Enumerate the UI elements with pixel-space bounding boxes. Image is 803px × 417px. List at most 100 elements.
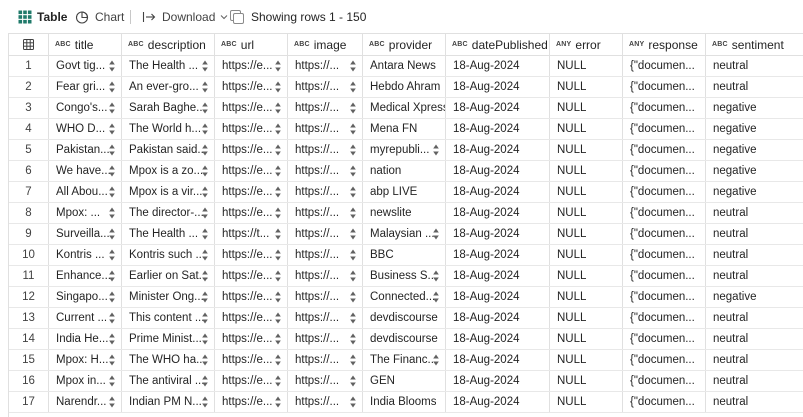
cell-url[interactable]: https://e... xyxy=(215,77,288,97)
cell-error[interactable]: NULL xyxy=(550,77,623,97)
cell-response[interactable]: {"documen... xyxy=(623,77,706,97)
cell-sentiment[interactable]: negative xyxy=(706,98,803,118)
expand-arrows-icon[interactable] xyxy=(275,375,281,387)
cell-provider[interactable]: Malaysian ... xyxy=(363,224,446,244)
expand-arrows-icon[interactable] xyxy=(202,312,208,324)
expand-arrows-icon[interactable] xyxy=(202,123,208,135)
cell-url[interactable]: https://e... xyxy=(215,161,288,181)
cell-image[interactable]: https://... xyxy=(288,245,363,265)
cell-error[interactable]: NULL xyxy=(550,161,623,181)
cell-url[interactable]: https://e... xyxy=(215,266,288,286)
expand-arrows-icon[interactable] xyxy=(350,207,356,219)
cell-sentiment[interactable]: negative xyxy=(706,119,803,139)
chart-view-button[interactable]: Chart xyxy=(75,0,124,33)
expand-arrows-icon[interactable] xyxy=(202,60,208,72)
cell-title[interactable]: Pakistan... xyxy=(49,140,122,160)
expand-arrows-icon[interactable] xyxy=(275,123,281,135)
cell-sentiment[interactable]: neutral xyxy=(706,245,803,265)
cell-provider[interactable]: abp LIVE xyxy=(363,182,446,202)
expand-arrows-icon[interactable] xyxy=(350,81,356,93)
cell-description[interactable]: The World h... xyxy=(122,119,215,139)
cell-response[interactable]: {"documen... xyxy=(623,119,706,139)
expand-arrows-icon[interactable] xyxy=(202,186,208,198)
cell-error[interactable]: NULL xyxy=(550,287,623,307)
expand-arrows-icon[interactable] xyxy=(350,228,356,240)
expand-arrows-icon[interactable] xyxy=(350,270,356,282)
cell-title[interactable]: Enhance... xyxy=(49,266,122,286)
expand-arrows-icon[interactable] xyxy=(202,291,208,303)
cell-title[interactable]: We have... xyxy=(49,161,122,181)
expand-arrows-icon[interactable] xyxy=(202,333,208,345)
cell-sentiment[interactable]: neutral xyxy=(706,203,803,223)
download-button[interactable]: Download xyxy=(142,0,228,33)
cell-url[interactable]: https://e... xyxy=(215,245,288,265)
expand-arrows-icon[interactable] xyxy=(275,207,281,219)
cell-provider[interactable]: devdiscourse xyxy=(363,329,446,349)
cell-provider[interactable]: newslite xyxy=(363,203,446,223)
cell-date[interactable]: 18-Aug-2024 xyxy=(446,98,550,118)
table-row[interactable]: 5 Pakistan... Pakistan said... https://e...… xyxy=(9,140,803,161)
column-header-provider[interactable]: ABC provider xyxy=(363,34,446,55)
expand-arrows-icon[interactable] xyxy=(433,228,439,240)
table-row[interactable]: 11 Enhance... Earlier on Sat... https://e..… xyxy=(9,266,803,287)
cell-image[interactable]: https://... xyxy=(288,119,363,139)
cell-response[interactable]: {"documen... xyxy=(623,266,706,286)
expand-arrows-icon[interactable] xyxy=(202,228,208,240)
cell-provider[interactable]: Business S... xyxy=(363,266,446,286)
cell-description[interactable]: Sarah Baghe... xyxy=(122,98,215,118)
cell-sentiment[interactable]: neutral xyxy=(706,371,803,391)
table-view-button[interactable]: Table xyxy=(18,0,67,33)
table-row[interactable]: 15 Mpox: H... The WHO ha... https://e... htt… xyxy=(9,350,803,371)
cell-image[interactable]: https://... xyxy=(288,266,363,286)
cell-sentiment[interactable]: neutral xyxy=(706,350,803,370)
cell-image[interactable]: https://... xyxy=(288,350,363,370)
cell-description[interactable]: Kontris such ... xyxy=(122,245,215,265)
expand-arrows-icon[interactable] xyxy=(275,186,281,198)
cell-image[interactable]: https://... xyxy=(288,140,363,160)
table-row[interactable]: 2 Fear gri... An ever-gro... https://e... ht… xyxy=(9,77,803,98)
cell-provider[interactable]: The Financ... xyxy=(363,350,446,370)
cell-error[interactable]: NULL xyxy=(550,308,623,328)
table-row[interactable]: 12 Singapo... Minister Ong... https://e... h… xyxy=(9,287,803,308)
cell-response[interactable]: {"documen... xyxy=(623,287,706,307)
expand-arrows-icon[interactable] xyxy=(433,291,439,303)
cell-response[interactable]: {"documen... xyxy=(623,98,706,118)
cell-image[interactable]: https://... xyxy=(288,224,363,244)
cell-url[interactable]: https://e... xyxy=(215,98,288,118)
expand-arrows-icon[interactable] xyxy=(109,228,115,240)
cell-date[interactable]: 18-Aug-2024 xyxy=(446,182,550,202)
cell-error[interactable]: NULL xyxy=(550,182,623,202)
expand-arrows-icon[interactable] xyxy=(202,144,208,156)
expand-arrows-icon[interactable] xyxy=(275,270,281,282)
cell-image[interactable]: https://... xyxy=(288,56,363,76)
cell-provider[interactable]: Mena FN xyxy=(363,119,446,139)
cell-error[interactable]: NULL xyxy=(550,371,623,391)
cell-url[interactable]: https://e... xyxy=(215,140,288,160)
cell-description[interactable]: Mpox is a zo... xyxy=(122,161,215,181)
column-header-datePublished[interactable]: ABC datePublished xyxy=(446,34,550,55)
cell-response[interactable]: {"documen... xyxy=(623,161,706,181)
cell-url[interactable]: https://e... xyxy=(215,119,288,139)
expand-arrows-icon[interactable] xyxy=(350,249,356,261)
cell-response[interactable]: {"documen... xyxy=(623,371,706,391)
cell-url[interactable]: https://e... xyxy=(215,350,288,370)
column-header-sentiment[interactable]: ABC sentiment xyxy=(706,34,803,55)
expand-arrows-icon[interactable] xyxy=(109,333,115,345)
cell-response[interactable]: {"documen... xyxy=(623,392,706,412)
expand-arrows-icon[interactable] xyxy=(109,81,115,93)
table-row[interactable]: 1 Govt tig... The Health ... https://e... ht… xyxy=(9,56,803,77)
cell-description[interactable]: Pakistan said... xyxy=(122,140,215,160)
cell-date[interactable]: 18-Aug-2024 xyxy=(446,77,550,97)
expand-arrows-icon[interactable] xyxy=(350,123,356,135)
table-row[interactable]: 14 India He... Prime Minist... https://e...… xyxy=(9,329,803,350)
expand-arrows-icon[interactable] xyxy=(350,396,356,408)
expand-arrows-icon[interactable] xyxy=(202,207,208,219)
cell-title[interactable]: Fear gri... xyxy=(49,77,122,97)
cell-response[interactable]: {"documen... xyxy=(623,245,706,265)
cell-date[interactable]: 18-Aug-2024 xyxy=(446,350,550,370)
table-row[interactable]: 8 Mpox: ... The director-... https://e... ht… xyxy=(9,203,803,224)
cell-description[interactable]: The antiviral ... xyxy=(122,371,215,391)
cell-date[interactable]: 18-Aug-2024 xyxy=(446,224,550,244)
cell-title[interactable]: Mpox: H... xyxy=(49,350,122,370)
cell-title[interactable]: Surveilla... xyxy=(49,224,122,244)
